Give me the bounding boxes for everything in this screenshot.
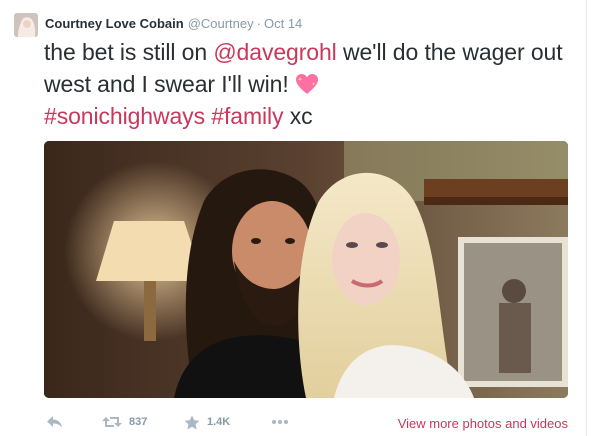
tweet-text-part3: xc [283,103,313,129]
tweet-text-part1: the bet is still on [44,39,214,65]
tweet-header: Courtney Love Cobain @Courtney · Oct 14 [45,16,302,32]
timeline-divider [586,0,587,436]
favorite-button[interactable]: 1.4K [184,412,230,432]
sparkling-heart-icon [295,71,319,94]
reply-button[interactable] [46,412,63,432]
tweet-photo[interactable] [44,141,568,398]
user-handle[interactable]: @Courtney [188,16,254,31]
hashtag-link-sonichighways[interactable]: #sonichighways [44,103,205,129]
view-more-photos-link[interactable]: View more photos and videos [398,416,568,431]
retweet-icon [102,415,122,429]
tweet-text: the bet is still on @davegrohl we'll do … [44,36,564,132]
hashtag-link-family[interactable]: #family [211,103,283,129]
tweet-card: Courtney Love Cobain @Courtney · Oct 14 the… [0,0,600,436]
tweet-timestamp[interactable]: Oct 14 [264,16,302,31]
header-separator: · [256,16,261,31]
more-options-button[interactable] [271,412,289,432]
mention-link[interactable]: @davegrohl [213,39,336,65]
reply-icon [46,415,63,429]
avatar[interactable] [14,13,38,37]
retweet-count: 837 [129,416,148,428]
favorite-count: 1.4K [207,416,231,428]
display-name[interactable]: Courtney Love Cobain [45,16,184,31]
retweet-button[interactable]: 837 [102,412,147,432]
tweet-actions: 837 1.4K View more photos and videos [44,412,568,434]
more-icon [271,419,289,425]
star-icon [184,415,200,430]
